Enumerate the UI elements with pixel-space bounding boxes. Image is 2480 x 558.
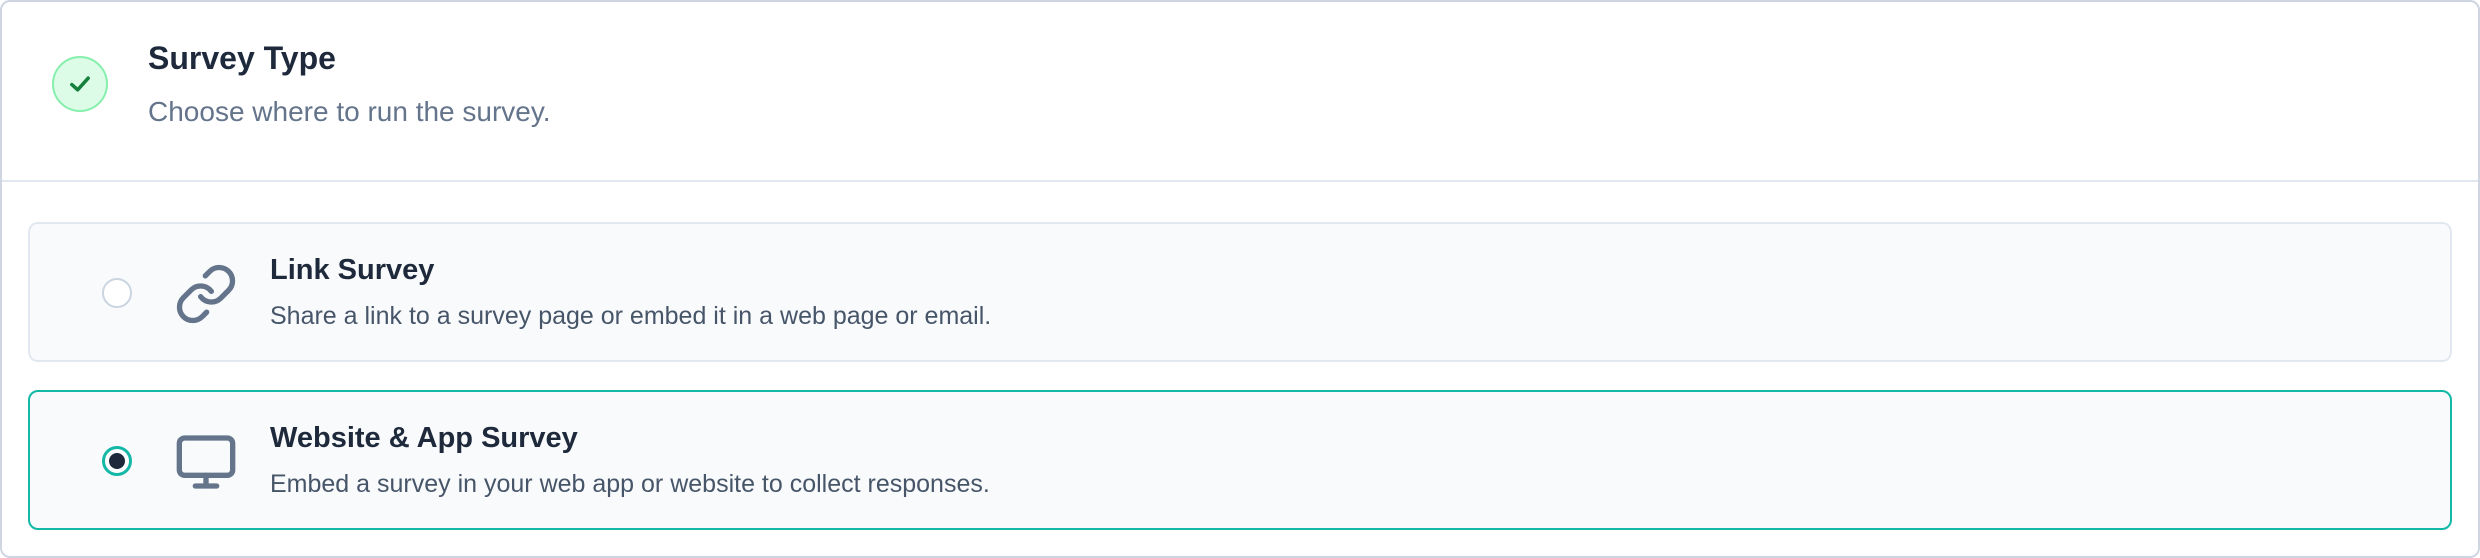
survey-type-card: Survey Type Choose where to run the surv… <box>0 0 2480 558</box>
radio-selected-dot <box>109 453 125 469</box>
option-description: Share a link to a survey page or embed i… <box>270 302 992 330</box>
option-description: Embed a survey in your web app or websit… <box>270 470 990 498</box>
link-survey-radio[interactable] <box>102 278 132 308</box>
link-icon <box>176 264 236 324</box>
section-subtitle: Choose where to run the survey. <box>148 96 551 127</box>
link-survey-option[interactable]: Link Survey Share a link to a survey pag… <box>28 222 2452 362</box>
monitor-icon <box>176 435 236 489</box>
website-app-survey-radio[interactable] <box>102 446 132 476</box>
option-title: Link Survey <box>270 254 435 286</box>
section-title: Survey Type <box>148 40 336 76</box>
website-app-survey-option[interactable]: Website & App Survey Embed a survey in y… <box>28 390 2452 530</box>
option-title: Website & App Survey <box>270 422 578 454</box>
completed-status-badge <box>52 56 108 112</box>
survey-type-header[interactable]: Survey Type Choose where to run the surv… <box>2 2 2478 182</box>
check-icon <box>70 76 90 92</box>
